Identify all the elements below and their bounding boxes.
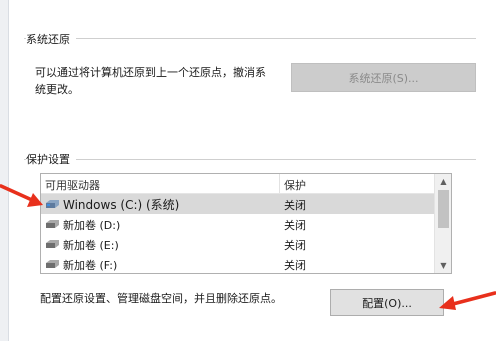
drive-name: 新加卷 (D:) [63,219,121,232]
drive-row-e[interactable]: 新加卷 (E:) 关闭 [41,234,434,254]
drive-list-header: 可用驱动器 保护 [41,174,434,194]
drive-name: 新加卷 (F:) [63,259,118,272]
column-available-drives[interactable]: 可用驱动器 [45,177,100,193]
drive-list-scrollbar[interactable]: ▲ ▼ [434,174,451,273]
configure-button[interactable]: 配置(O)... [330,289,444,316]
drive-list[interactable]: 可用驱动器 保护 Windows (C:) (系统) 关闭 新加卷 (D:) 关… [40,173,452,274]
window-left-edge [0,0,9,341]
drive-icon [46,240,59,248]
system-drive-icon [46,200,59,208]
drive-row-d[interactable]: 新加卷 (D:) 关闭 [41,214,434,234]
drive-name: 新加卷 (E:) [63,239,119,252]
system-restore-description: 可以通过将计算机还原到上一个还原点，撤消系 统更改。 [35,64,297,98]
protection-title: 保护设置 [26,151,76,167]
system-restore-group-line [24,38,476,39]
system-restore-button[interactable]: 系统还原(S)... [291,63,476,92]
scroll-up-arrow-icon[interactable]: ▲ [435,174,451,189]
drive-protection-status: 关闭 [284,219,306,232]
scroll-down-arrow-icon[interactable]: ▼ [435,258,451,273]
drive-row-f[interactable]: 新加卷 (F:) 关闭 [41,254,434,273]
protection-group-line [24,159,476,160]
column-protection[interactable]: 保护 [284,177,306,193]
system-restore-description-line2: 统更改。 [35,83,79,96]
drive-icon [46,260,59,268]
drive-name: Windows (C:) (系统) [63,198,180,212]
drive-protection-status: 关闭 [284,239,306,252]
scrollbar-thumb[interactable] [438,190,449,228]
drive-protection-status: 关闭 [284,199,306,212]
configure-description: 配置还原设置、管理磁盘空间，并且删除还原点。 [40,292,282,305]
drive-icon [46,220,59,228]
system-restore-title: 系统还原 [26,31,76,47]
drive-protection-status: 关闭 [284,259,306,272]
system-restore-description-line1: 可以通过将计算机还原到上一个还原点，撤消系 [35,66,266,79]
drive-row-c[interactable]: Windows (C:) (系统) 关闭 [41,194,434,214]
annotation-arrow-left-icon [0,184,43,207]
annotation-arrow-right-icon [439,291,496,310]
column-separator [279,174,280,193]
